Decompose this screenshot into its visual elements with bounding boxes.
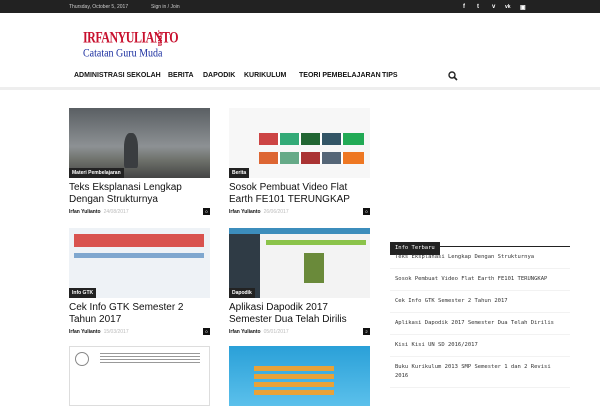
- facebook-icon[interactable]: f: [463, 4, 465, 10]
- post-date: 15/03/2017: [103, 329, 129, 335]
- post-thumbnail[interactable]: Dapodik: [229, 228, 370, 298]
- nav-kurikulum[interactable]: KURIKULUM: [244, 72, 286, 79]
- nav-teori-pembelajaran[interactable]: TEORI PEMBELAJARAN: [299, 72, 381, 79]
- sidebar-link[interactable]: Kisi Kisi UN SD 2016/2017: [390, 335, 570, 357]
- post-author[interactable]: Irfan Yulianto: [229, 329, 261, 335]
- comment-count[interactable]: 0: [363, 208, 370, 215]
- sidebar-link[interactable]: Sosok Pembuat Video Flat Earth FE101 TER…: [390, 269, 570, 291]
- post-author[interactable]: Irfan Yulianto: [229, 209, 261, 215]
- post-thumbnail[interactable]: Berita: [229, 108, 370, 178]
- post-card: [229, 346, 370, 406]
- post-thumbnail[interactable]: Info GTK: [69, 228, 210, 298]
- comment-count[interactable]: 0: [203, 328, 210, 335]
- search-icon[interactable]: [448, 71, 458, 81]
- post-date: 05/01/2017: [263, 329, 289, 335]
- vk-icon[interactable]: vk: [505, 4, 511, 10]
- post-card: Dapodik Aplikasi Dapodik 2017 Semester D…: [229, 228, 370, 337]
- post-thumbnail[interactable]: [229, 346, 370, 406]
- logo-tagline: Catatan Guru Muda: [83, 47, 163, 61]
- sidebar-info-terbaru: Info Terbaru Teks Eksplanasi Lengkap Den…: [390, 234, 570, 388]
- post-card: Berita Sosok Pembuat Video Flat Earth FE…: [229, 108, 370, 217]
- post-thumbnail[interactable]: Materi Pembelajaran: [69, 108, 210, 178]
- comment-count[interactable]: 0: [203, 208, 210, 215]
- post-author[interactable]: Irfan Yulianto: [69, 209, 101, 215]
- top-bar: Thursday, October 5, 2017 Sign in / Join…: [0, 0, 600, 13]
- nav-tips[interactable]: TIPS: [382, 72, 398, 79]
- category-badge[interactable]: Materi Pembelajaran: [69, 168, 124, 178]
- logo-suffix: .com: [156, 30, 165, 47]
- twitter-icon[interactable]: t: [477, 4, 479, 10]
- category-badge[interactable]: Berita: [229, 168, 250, 178]
- nav-dapodik[interactable]: DAPODIK: [203, 72, 235, 79]
- post-date: 24/08/2017: [103, 209, 129, 215]
- post-card: Materi Pembelajaran Teks Eksplanasi Leng…: [69, 108, 210, 217]
- vimeo-icon[interactable]: v: [492, 4, 495, 10]
- post-date: 26/06/2017: [263, 209, 289, 215]
- sidebar-link[interactable]: Cek Info GTK Semester 2 Tahun 2017: [390, 291, 570, 313]
- sidebar-link[interactable]: Buku Kurikulum 2013 SMP Semester 1 dan 2…: [390, 357, 570, 388]
- post-title[interactable]: Aplikasi Dapodik 2017 Semester Dua Telah…: [229, 302, 370, 326]
- post-thumbnail[interactable]: [69, 346, 210, 406]
- sidebar-link[interactable]: Aplikasi Dapodik 2017 Semester Dua Telah…: [390, 313, 570, 335]
- post-card: Info GTK Cek Info GTK Semester 2 Tahun 2…: [69, 228, 210, 337]
- category-badge[interactable]: Info GTK: [69, 288, 97, 298]
- post-title[interactable]: Cek Info GTK Semester 2 Tahun 2017: [69, 302, 210, 326]
- post-card: [69, 346, 210, 406]
- current-date: Thursday, October 5, 2017: [69, 4, 129, 10]
- post-author[interactable]: Irfan Yulianto: [69, 329, 101, 335]
- post-title[interactable]: Sosok Pembuat Video Flat Earth FE101 TER…: [229, 182, 370, 206]
- sign-in-link[interactable]: Sign in / Join: [151, 4, 180, 10]
- comment-count[interactable]: 2: [363, 328, 370, 335]
- youtube-icon[interactable]: ▣: [520, 4, 526, 11]
- site-logo[interactable]: IRFANYULIANTO Catatan Guru Muda .com: [83, 28, 179, 64]
- nav-administrasi-sekolah[interactable]: ADMINISTRASI SEKOLAH: [74, 72, 161, 79]
- header-divider: [0, 87, 600, 90]
- nav-berita[interactable]: BERITA: [168, 72, 194, 79]
- category-badge[interactable]: Dapodik: [229, 288, 255, 298]
- post-title[interactable]: Teks Eksplanasi Lengkap Dengan Strukturn…: [69, 182, 210, 206]
